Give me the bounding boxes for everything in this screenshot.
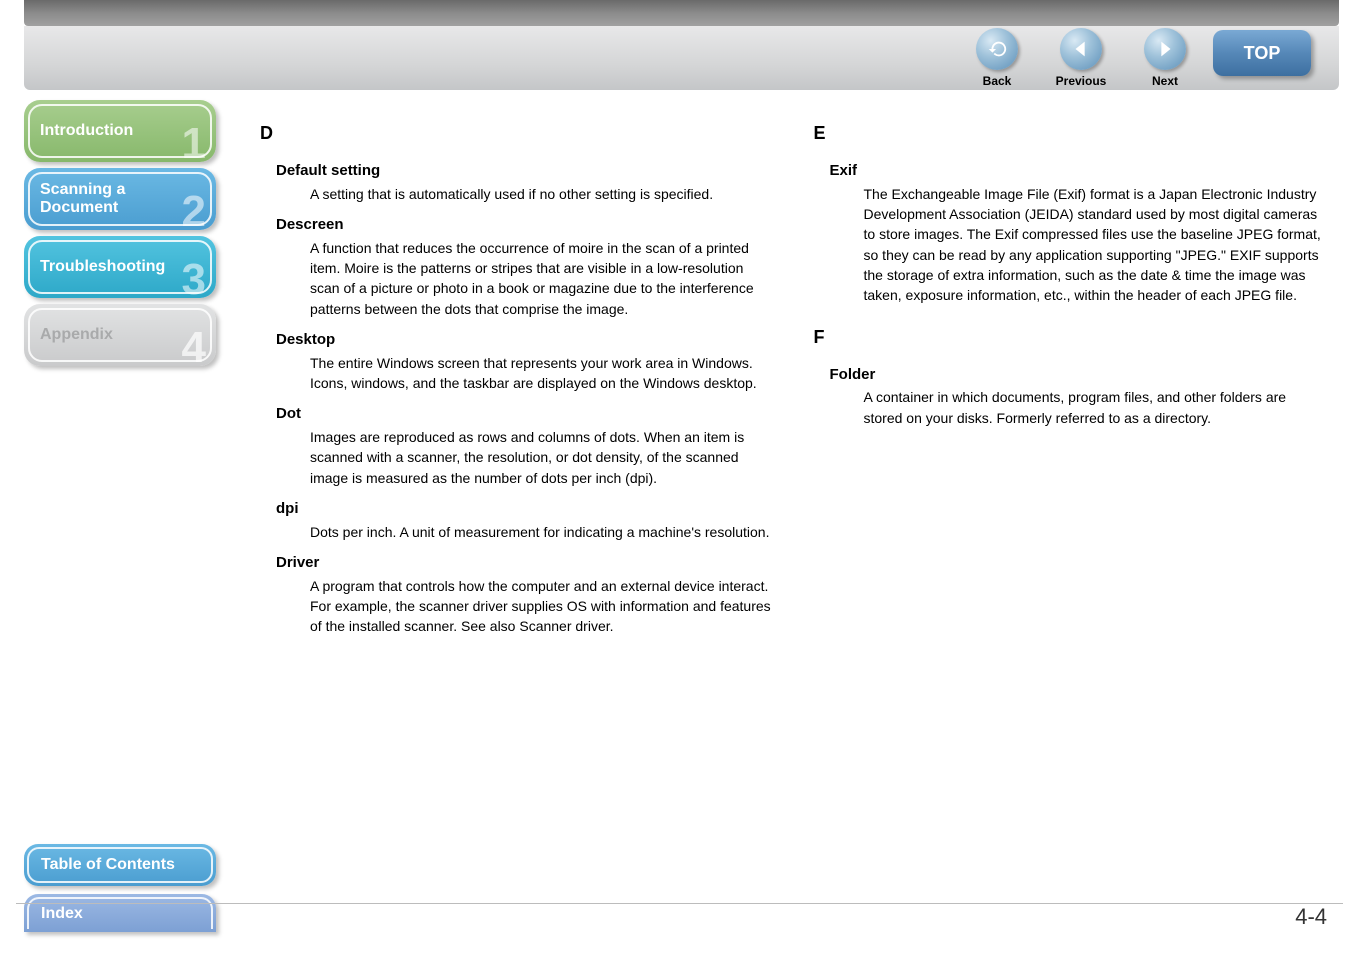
definition: A container in which documents, program … [864,387,1328,428]
next-label: Next [1129,74,1201,88]
back-icon [986,38,1008,60]
sidebar-item-label: Scanning a Document [40,181,200,217]
next-button[interactable] [1144,28,1186,70]
term: Descreen [276,214,774,236]
back-label: Back [961,74,1033,88]
sidebar-item-scanning[interactable]: Scanning a Document 2 [24,168,216,230]
sidebar: Introduction 1 Scanning a Document 2 Tro… [24,100,216,372]
next-icon [1154,38,1176,60]
previous-label: Previous [1045,74,1117,88]
definition: Images are reproduced as rows and column… [310,427,774,488]
term: Driver [276,552,774,574]
glossary-entry: Dot Images are reproduced as rows and co… [260,403,774,488]
letter-block-d: D Default setting A setting that is auto… [260,120,774,637]
sidebar-item-label: Troubleshooting [40,258,200,276]
back-button-wrap: Back [961,28,1033,88]
letter-block-e: E Exif The Exchangeable Image File (Exif… [814,120,1328,306]
term: Default setting [276,160,774,182]
definition: Dots per inch. A unit of measurement for… [310,522,774,542]
toc-label: Table of Contents [41,856,175,874]
right-column: E Exif The Exchangeable Image File (Exif… [814,120,1328,655]
content-area: D Default setting A setting that is auto… [260,120,1327,655]
term: Exif [830,160,1328,182]
glossary-entry: Driver A program that controls how the c… [260,552,774,637]
letter-heading: F [814,324,1328,350]
glossary-entry: Default setting A setting that is automa… [260,160,774,204]
top-label: TOP [1244,43,1281,64]
sidebar-item-troubleshooting[interactable]: Troubleshooting 3 [24,236,216,298]
glossary-entry: Descreen A function that reduces the occ… [260,214,774,319]
bottom-nav: Table of Contents Index [24,844,216,932]
previous-icon [1070,38,1092,60]
term: Folder [830,364,1328,386]
top-button[interactable]: TOP [1213,30,1311,76]
next-button-wrap: Next [1129,28,1201,88]
letter-heading: D [260,120,774,146]
left-column: D Default setting A setting that is auto… [260,120,774,655]
previous-button-wrap: Previous [1045,28,1117,88]
glossary-entry: Desktop The entire Windows screen that r… [260,329,774,393]
definition: A setting that is automatically used if … [310,184,774,204]
sidebar-item-label: Introduction [40,122,200,140]
term: Desktop [276,329,774,351]
sidebar-item-label: Appendix [40,326,200,344]
term: dpi [276,498,774,520]
definition: The entire Windows screen that represent… [310,353,774,394]
definition: The Exchangeable Image File (Exif) forma… [864,184,1328,306]
previous-button[interactable] [1060,28,1102,70]
index-label: Index [41,905,83,923]
definition: A program that controls how the computer… [310,576,774,637]
glossary-entry: Folder A container in which documents, p… [814,364,1328,428]
page-number: 4-4 [1295,904,1327,930]
back-button[interactable] [976,28,1018,70]
term: Dot [276,403,774,425]
header-nav: Back Previous Next TOP [961,28,1311,88]
top-gradient-bar [24,0,1339,26]
definition: A function that reduces the occurrence o… [310,238,774,319]
header-band: Back Previous Next TOP [24,26,1339,90]
letter-block-f: F Folder A container in which documents,… [814,324,1328,428]
glossary-entry: Exif The Exchangeable Image File (Exif) … [814,160,1328,306]
letter-heading: E [814,120,1328,146]
sidebar-item-introduction[interactable]: Introduction 1 [24,100,216,162]
sidebar-item-appendix[interactable]: Appendix 4 [24,304,216,366]
toc-button[interactable]: Table of Contents [24,844,216,886]
page-divider [16,903,1343,904]
glossary-entry: dpi Dots per inch. A unit of measurement… [260,498,774,542]
index-button[interactable]: Index [24,894,216,932]
